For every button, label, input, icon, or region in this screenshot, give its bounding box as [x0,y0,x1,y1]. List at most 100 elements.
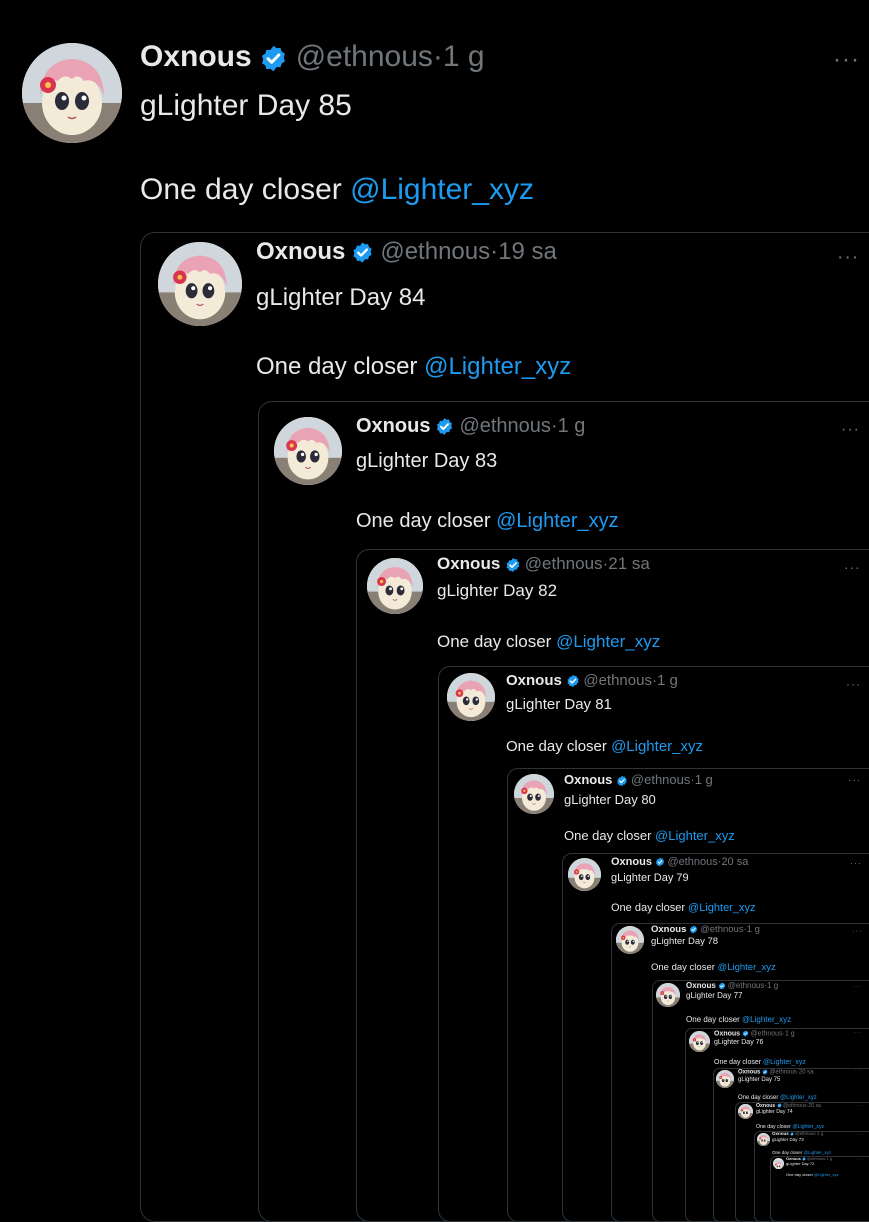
verified-badge-icon [655,857,664,867]
timestamp[interactable]: 1 g [695,772,713,787]
timestamp[interactable]: 20 sa [799,1070,814,1076]
more-options-icon[interactable]: ··· [846,677,861,691]
tweet-text-line: One day closer @Lighter_xyz [256,355,571,379]
avatar[interactable] [616,926,644,954]
user-handle[interactable]: @ethnous [667,856,717,868]
mention-link[interactable]: @Lighter_xyz [792,1124,824,1130]
timestamp[interactable]: 1 g [443,40,485,73]
more-options-icon[interactable]: ··· [833,46,860,74]
display-name[interactable]: Oxnous [356,415,430,437]
more-options-icon[interactable]: ··· [844,560,861,575]
timestamp[interactable]: 1 g [817,1131,823,1136]
mention-link[interactable]: @Lighter_xyz [655,828,735,843]
avatar[interactable] [738,1104,753,1119]
more-options-icon[interactable]: ··· [857,1132,864,1137]
display-name[interactable]: Oxnous [611,856,652,868]
tweet-text: One day closer [506,738,612,755]
verified-badge [777,1103,782,1109]
tweet-text-line: gLighter Day 73 [772,1137,804,1142]
avatar[interactable] [274,417,342,485]
quoted-tweet-box[interactable] [770,1156,869,1222]
more-options-icon[interactable]: ··· [852,926,863,935]
mention-link[interactable]: @Lighter_xyz [424,353,571,380]
display-name[interactable]: Oxnous [437,554,500,573]
mention-link[interactable]: @Lighter_xyz [350,173,534,206]
mention-link[interactable]: @Lighter_xyz [804,1150,832,1155]
mention-link[interactable]: @Lighter_xyz [718,962,776,973]
user-handle[interactable]: @ethnous [769,1070,796,1076]
more-options-icon[interactable]: ··· [837,247,859,269]
tweet-text: One day closer [140,173,351,206]
timestamp[interactable]: 1 g [827,1156,833,1161]
user-handle[interactable]: @ethnous [783,1103,807,1109]
timestamp[interactable]: 21 sa [608,554,650,573]
mention-link[interactable]: @Lighter_xyz [780,1095,817,1101]
display-name[interactable]: Oxnous [256,238,345,265]
avatar[interactable] [689,1031,710,1052]
verified-badge-icon [437,418,453,436]
timestamp[interactable]: 1 g [747,924,760,935]
display-name[interactable]: Oxnous [738,1070,760,1076]
mention-link[interactable]: @Lighter_xyz [742,1015,791,1024]
more-options-icon[interactable]: ··· [857,1157,864,1162]
avatar[interactable] [757,1133,770,1146]
verified-badge [655,856,665,868]
user-handle[interactable]: @ethnous [525,554,603,573]
more-options-icon[interactable]: ··· [855,1069,863,1074]
mention-link[interactable]: @Lighter_xyz [763,1059,806,1066]
mention-link[interactable]: @Lighter_xyz [688,902,755,914]
user-handle[interactable]: @ethnous [631,772,690,787]
mention-link[interactable]: @Lighter_xyz [611,738,703,755]
tweet-text-line: gLighter Day 74 [756,1109,793,1115]
avatar[interactable] [656,983,680,1007]
avatar[interactable] [447,673,495,721]
more-options-icon[interactable]: ··· [853,983,862,990]
avatar[interactable] [514,774,554,814]
verified-badge [505,554,521,573]
timestamp[interactable]: 20 sa [808,1103,821,1109]
display-name[interactable]: Oxnous [772,1131,789,1136]
avatar-illustration [656,983,680,1007]
timestamp[interactable]: 1 g [558,415,586,437]
user-handle[interactable]: @ethnous [728,981,765,990]
display-name[interactable]: Oxnous [686,981,716,990]
more-options-icon[interactable]: ··· [841,421,860,439]
display-name[interactable]: Oxnous [714,1030,740,1037]
tweet-text: One day closer [564,828,656,843]
user-handle[interactable]: @ethnous [700,924,743,935]
timestamp[interactable]: 19 sa [498,238,557,265]
user-handle[interactable]: @ethnous [380,238,490,265]
avatar[interactable] [773,1158,784,1169]
verified-badge-icon [742,1030,749,1037]
user-handle[interactable]: @ethnous [459,415,550,437]
timestamp[interactable]: 1 g [657,672,678,689]
display-name[interactable]: Oxnous [564,772,612,787]
verified-badge-icon [762,1069,768,1075]
tweet-header: Oxnous @ethnous·1 g [686,982,778,990]
timestamp[interactable]: 20 sa [721,856,748,868]
avatar[interactable] [22,43,122,143]
timestamp[interactable]: 1 g [767,981,778,990]
display-name[interactable]: Oxnous [506,672,562,689]
avatar[interactable] [568,858,601,891]
more-options-icon[interactable]: ··· [848,775,861,786]
tweet-text-line: One day closer @Lighter_xyz [564,829,735,842]
user-handle[interactable]: @ethnous [296,40,433,73]
mention-link[interactable]: @Lighter_xyz [496,510,619,532]
tweet-text-line: One day closer @Lighter_xyz [772,1150,832,1156]
more-options-icon[interactable]: ··· [856,1103,863,1108]
more-options-icon[interactable]: ··· [854,1030,863,1036]
user-handle[interactable]: @ethnous [751,1030,783,1037]
avatar[interactable] [367,558,423,614]
mention-link[interactable]: @Lighter_xyz [556,632,660,651]
avatar[interactable] [716,1070,734,1088]
user-handle[interactable]: @ethnous [583,672,652,689]
timestamp[interactable]: 1 g [785,1030,795,1037]
avatar[interactable] [158,242,242,326]
display-name[interactable]: Oxnous [651,924,686,935]
display-name[interactable]: Oxnous [140,40,252,73]
mention-link[interactable]: @Lighter_xyz [814,1172,839,1177]
more-options-icon[interactable]: ··· [850,858,862,868]
display-name[interactable]: Oxnous [756,1103,775,1109]
user-handle[interactable]: @ethnous [795,1131,816,1136]
